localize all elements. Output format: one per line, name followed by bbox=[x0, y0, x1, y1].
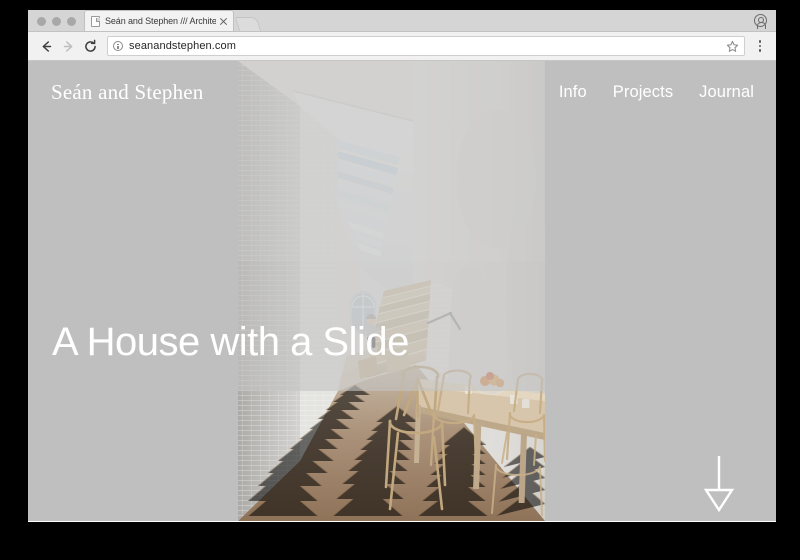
forward-button[interactable] bbox=[57, 35, 79, 57]
new-tab-button[interactable] bbox=[234, 17, 262, 31]
address-bar[interactable]: seanandstephen.com bbox=[107, 36, 745, 56]
account-circle-icon[interactable] bbox=[754, 14, 767, 30]
web-page-viewport: Seán and Stephen Info Projects Journal A… bbox=[28, 61, 776, 521]
menu-dot bbox=[758, 40, 762, 43]
main-nav: Info Projects Journal bbox=[559, 83, 754, 102]
hero-photo bbox=[238, 61, 545, 521]
window-controls bbox=[28, 17, 84, 31]
three-dot-menu-icon[interactable] bbox=[751, 35, 769, 57]
browser-toolbar: seanandstephen.com bbox=[28, 32, 776, 61]
nav-link-journal[interactable]: Journal bbox=[699, 83, 754, 102]
star-icon[interactable] bbox=[726, 40, 739, 53]
nav-link-projects[interactable]: Projects bbox=[613, 83, 673, 102]
site-header: Seán and Stephen Info Projects Journal bbox=[28, 61, 776, 123]
info-circle-icon[interactable] bbox=[113, 41, 123, 51]
reload-button[interactable] bbox=[79, 35, 101, 57]
tab-title: Seán and Stephen /// Architec bbox=[105, 16, 216, 26]
page-icon bbox=[91, 15, 100, 27]
maximize-window-button[interactable] bbox=[67, 17, 76, 26]
browser-tab-strip: Seán and Stephen /// Architec bbox=[28, 10, 776, 32]
browser-window: Seán and Stephen /// Architec seanandste… bbox=[28, 10, 776, 522]
url-text: seanandstephen.com bbox=[129, 40, 236, 52]
browser-tab[interactable]: Seán and Stephen /// Architec bbox=[84, 10, 234, 31]
arrow-down-icon[interactable] bbox=[698, 456, 740, 512]
site-logo[interactable]: Seán and Stephen bbox=[51, 80, 204, 105]
project-title-house-with-a-slide[interactable]: A House with a Slide bbox=[52, 322, 409, 362]
close-window-button[interactable] bbox=[37, 17, 46, 26]
close-icon[interactable] bbox=[218, 16, 229, 27]
menu-dot bbox=[758, 49, 762, 52]
back-button[interactable] bbox=[35, 35, 57, 57]
nav-link-info[interactable]: Info bbox=[559, 83, 587, 102]
minimize-window-button[interactable] bbox=[52, 17, 61, 26]
menu-dot bbox=[758, 44, 762, 48]
